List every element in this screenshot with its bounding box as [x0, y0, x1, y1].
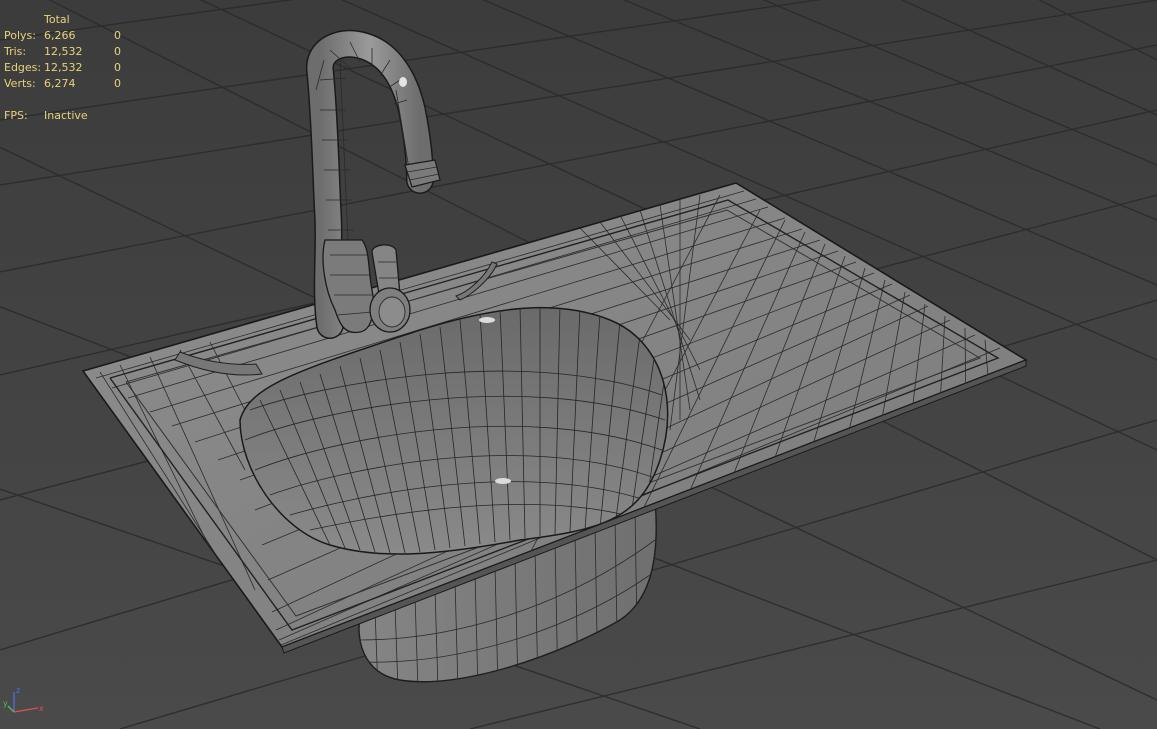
- stats-total: 6,266: [44, 29, 76, 42]
- stats-selected: 0: [114, 45, 121, 58]
- stats-total: 12,532: [44, 45, 83, 58]
- axis-y-label: y: [3, 699, 8, 708]
- stats-label: Verts:: [4, 77, 36, 90]
- fps-value: Inactive: [44, 109, 88, 122]
- axis-z-label: z: [16, 686, 20, 695]
- viewport-perspective[interactable]: Total Polys: 6,266 0 Tris: 12,532 0 Edge…: [0, 0, 1157, 729]
- axis-tripod-icon: z x y: [3, 686, 44, 713]
- fps-label: FPS:: [4, 109, 28, 122]
- stats-total: 12,532: [44, 61, 83, 74]
- axis-x-label: x: [39, 704, 44, 713]
- stats-selected: 0: [114, 61, 121, 74]
- stats-label: Edges:: [4, 61, 42, 74]
- scene-canvas[interactable]: [0, 0, 1157, 729]
- stats-selected: 0: [114, 29, 121, 42]
- stats-label: Tris:: [4, 45, 27, 58]
- stats-total: 6,274: [44, 77, 76, 90]
- stats-selected: 0: [114, 77, 121, 90]
- stats-header-total: Total: [44, 13, 70, 26]
- stats-label: Polys:: [4, 29, 36, 42]
